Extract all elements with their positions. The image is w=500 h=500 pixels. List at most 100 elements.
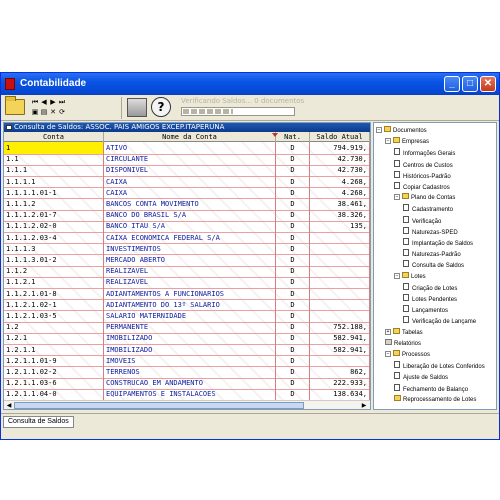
progress-bar	[181, 107, 295, 116]
last-record-icon[interactable]: ⏭	[58, 98, 66, 106]
scroll-left-icon[interactable]: ◀	[5, 402, 13, 409]
navigation-tree: − Documentos − Empresas Informações Gerais Ce…	[373, 122, 497, 410]
tree-node[interactable]: − Documentos	[376, 126, 427, 135]
tree-node-label: Empresas	[402, 139, 430, 146]
tree-node[interactable]: Relatórios	[385, 338, 422, 348]
column-header-saldo[interactable]: Saldo Atual	[310, 132, 370, 142]
delete-record-icon[interactable]: ✕	[49, 108, 57, 116]
report-icon	[385, 338, 392, 345]
document-icon	[394, 182, 400, 189]
tree-node[interactable]: − Empresas	[385, 137, 429, 146]
document-icon	[403, 294, 409, 301]
scroll-thumb[interactable]	[14, 402, 304, 409]
tree-node-label: Ajuste de Saldos	[403, 375, 449, 382]
cell-saldo: 138.634,	[310, 388, 370, 400]
table-row[interactable]: 1.2.1.1.04-0 EQUIPAMENTOS E INSTALACOES D 1…	[4, 388, 370, 400]
maximize-button[interactable]: □	[462, 76, 478, 92]
tree-node-label: Liberação de Lotes Conferidos	[403, 364, 485, 371]
refresh-icon[interactable]: ⟳	[58, 108, 66, 116]
collapse-icon[interactable]: −	[394, 272, 400, 279]
tree-node-label: Documentos	[393, 128, 427, 134]
tree-node[interactable]: Lotes Pendentes	[403, 294, 457, 303]
document-icon	[403, 238, 409, 245]
expand-icon[interactable]: +	[385, 328, 391, 335]
table-body: 1 ATIVO D 794.919, 1.1 CIRCULANTE D 42.730, 1.1.…	[4, 142, 370, 400]
tree-node-label: Lotes Pendentes	[412, 297, 458, 303]
minimize-button[interactable]: _	[444, 76, 460, 92]
consulta-title-bar[interactable]: Consulta de Saldos: ASSOC. PAIS AMIGOS E…	[4, 123, 370, 132]
close-button[interactable]: ✕	[480, 76, 496, 92]
folder-icon	[402, 271, 409, 278]
consulta-panel: Consulta de Saldos: ASSOC. PAIS AMIGOS E…	[3, 122, 371, 410]
tree-node[interactable]: + Tabelas	[385, 327, 423, 337]
tree-node[interactable]: Verificação	[403, 215, 441, 225]
collapse-icon[interactable]: −	[394, 194, 400, 201]
tree-node[interactable]: Consulta de Saldos	[403, 260, 464, 269]
tree-node[interactable]: − Processos	[385, 350, 430, 359]
tree-node-label: Centros de Custos	[403, 162, 453, 169]
column-header-nat[interactable]: Nat.	[276, 132, 310, 142]
horizontal-scrollbar[interactable]: ◀ ▶	[4, 400, 370, 409]
document-icon	[403, 226, 409, 234]
tree-node[interactable]: Implantação de Saldos	[403, 238, 473, 247]
tree-node[interactable]: Naturezas-SPED	[403, 226, 458, 236]
tree-node-label: Naturezas-Padrão	[412, 252, 461, 259]
tree-node[interactable]: Fechamento de Balanço	[394, 383, 468, 393]
new-record-icon[interactable]: ▣	[31, 108, 39, 116]
tree-node[interactable]: Centros de Custos	[394, 159, 453, 169]
tree-node-label: Plano de Contas	[411, 195, 456, 202]
tree-node[interactable]: Copiar Cadastros	[394, 182, 450, 191]
tree-node[interactable]: Criação de Lotes	[403, 282, 457, 292]
tree-node[interactable]: Cadastramento	[403, 204, 453, 213]
tree-node-label: Informações Gerais	[403, 151, 456, 158]
tree-node[interactable]: Naturezas-Padrão	[403, 249, 461, 258]
folder-icon	[384, 126, 391, 132]
next-record-icon[interactable]: ▶	[49, 98, 57, 106]
document-icon	[403, 305, 409, 313]
document-icon	[403, 215, 409, 223]
tree-node-label: Implantação de Saldos	[412, 241, 474, 247]
tree-node[interactable]: Liberação de Lotes Conferidos	[394, 361, 485, 370]
column-header-nome[interactable]: Nome da Conta	[104, 132, 278, 142]
document-icon	[394, 170, 400, 178]
progress-fill	[183, 109, 234, 114]
tree-node[interactable]: Lançamentos	[403, 305, 448, 314]
tree-node[interactable]: − Lotes	[394, 271, 426, 281]
title-bar[interactable]: Contabilidade _ □ ✕	[1, 73, 499, 95]
tree-node-label: Reprocessamento de Lotes	[403, 396, 477, 403]
prev-record-icon[interactable]: ◀	[40, 98, 48, 106]
folder-icon	[393, 327, 400, 334]
scroll-right-icon[interactable]: ▶	[360, 402, 368, 409]
folder-icon	[393, 137, 400, 144]
tree-node[interactable]: Ajuste de Saldos	[394, 372, 448, 381]
open-folder-icon[interactable]	[5, 96, 25, 115]
tree-node[interactable]: Históricos-Padrão	[394, 170, 451, 180]
tab-consulta-de-saldos[interactable]: Consulta de Saldos	[3, 416, 74, 428]
tree-node-label: Cadastramento	[412, 207, 454, 214]
tree-node-label: Lançamentos	[412, 308, 449, 315]
status-bar: Consulta de Saldos	[1, 413, 499, 429]
document-icon	[403, 204, 409, 212]
collapse-icon[interactable]: −	[385, 138, 391, 145]
cell-conta: 1.2.1.1.04-0	[4, 388, 104, 400]
tree-node-label: Tabelas	[402, 329, 423, 336]
database-icon[interactable]	[127, 98, 147, 117]
folder-icon	[402, 193, 409, 200]
collapse-icon[interactable]: −	[376, 127, 382, 133]
consulta-title: Consulta de Saldos: ASSOC. PAIS AMIGOS E…	[14, 123, 225, 131]
tree-node-label: Relatórios	[394, 340, 422, 347]
column-header-conta[interactable]: Conta	[4, 132, 104, 142]
tree-node-label: Consulta de Saldos	[412, 263, 465, 270]
progress-label: Verificando Saldos... 0 documentos	[181, 97, 305, 105]
document-icon	[394, 159, 400, 167]
tree-node[interactable]: Informações Gerais	[394, 148, 455, 157]
first-record-icon[interactable]: ⏮	[31, 98, 39, 106]
tree-node[interactable]: Reprocessamento de Lotes	[394, 394, 477, 404]
folder-icon	[394, 394, 401, 401]
collapse-icon[interactable]: −	[385, 351, 391, 357]
help-icon[interactable]: ?	[151, 97, 171, 117]
toolbar-separator	[121, 97, 122, 119]
tree-node[interactable]: Verificação de Lançame	[403, 316, 476, 325]
tree-node[interactable]: − Plano de Contas	[394, 193, 455, 202]
save-record-icon[interactable]: ▤	[40, 108, 48, 116]
